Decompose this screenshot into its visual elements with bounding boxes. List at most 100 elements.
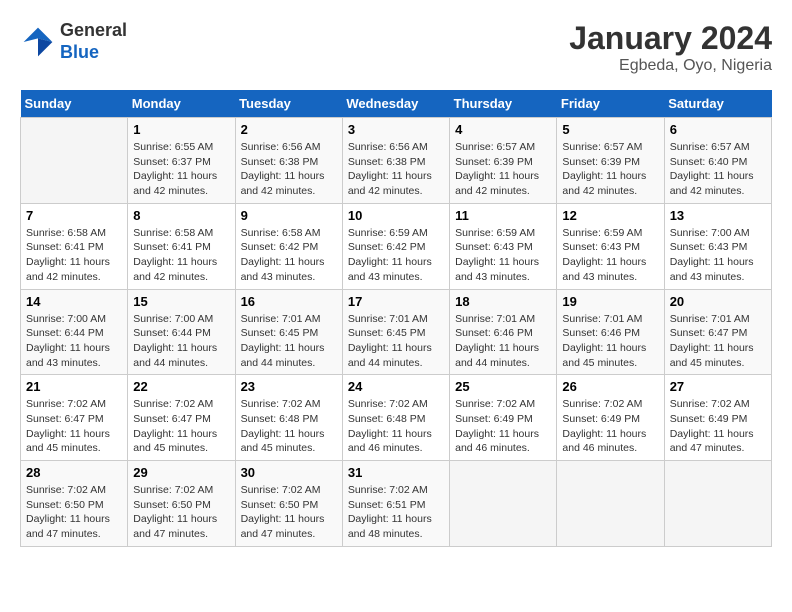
- weekday-header-monday: Monday: [128, 90, 235, 118]
- day-info: Sunrise: 7:01 AM Sunset: 6:45 PM Dayligh…: [241, 312, 337, 371]
- calendar-cell: [450, 461, 557, 547]
- day-number: 29: [133, 465, 229, 480]
- weekday-header-saturday: Saturday: [664, 90, 771, 118]
- day-info: Sunrise: 7:02 AM Sunset: 6:49 PM Dayligh…: [455, 397, 551, 456]
- logo-icon: [20, 24, 56, 60]
- calendar-cell: 18 Sunrise: 7:01 AM Sunset: 6:46 PM Dayli…: [450, 289, 557, 375]
- calendar-cell: 26Sunrise: 7:02 AM Sunset: 6:49 PM Dayli…: [557, 375, 664, 461]
- weekday-header-wednesday: Wednesday: [342, 90, 449, 118]
- day-info: Sunrise: 6:58 AM Sunset: 6:42 PM Dayligh…: [241, 226, 337, 285]
- day-number: 14: [26, 294, 122, 309]
- day-number: 30: [241, 465, 337, 480]
- day-number: 16: [241, 294, 337, 309]
- weekday-header-friday: Friday: [557, 90, 664, 118]
- weekday-header-thursday: Thursday: [450, 90, 557, 118]
- calendar-cell: 24Sunrise: 7:02 AM Sunset: 6:48 PM Dayli…: [342, 375, 449, 461]
- weekday-header-tuesday: Tuesday: [235, 90, 342, 118]
- calendar-table: SundayMondayTuesdayWednesdayThursdayFrid…: [20, 90, 772, 547]
- calendar-cell: [557, 461, 664, 547]
- day-number: 25: [455, 379, 551, 394]
- day-number: 6: [670, 122, 766, 137]
- weekday-header-sunday: Sunday: [21, 90, 128, 118]
- day-info: Sunrise: 7:02 AM Sunset: 6:47 PM Dayligh…: [133, 397, 229, 456]
- calendar-cell: [664, 461, 771, 547]
- calendar-cell: 5 Sunrise: 6:57 AM Sunset: 6:39 PM Daylig…: [557, 118, 664, 204]
- day-number: 15: [133, 294, 229, 309]
- calendar-cell: 4 Sunrise: 6:57 AM Sunset: 6:39 PM Daylig…: [450, 118, 557, 204]
- calendar-subtitle: Egbeda, Oyo, Nigeria: [569, 57, 772, 75]
- day-number: 4: [455, 122, 551, 137]
- day-info: Sunrise: 7:01 AM Sunset: 6:45 PM Dayligh…: [348, 312, 444, 371]
- logo: General Blue: [20, 20, 127, 63]
- calendar-cell: 3 Sunrise: 6:56 AM Sunset: 6:38 PM Daylig…: [342, 118, 449, 204]
- day-info: Sunrise: 7:02 AM Sunset: 6:50 PM Dayligh…: [241, 483, 337, 542]
- calendar-cell: 14 Sunrise: 7:00 AM Sunset: 6:44 PM Dayli…: [21, 289, 128, 375]
- day-info: Sunrise: 7:02 AM Sunset: 6:48 PM Dayligh…: [241, 397, 337, 456]
- calendar-cell: 15 Sunrise: 7:00 AM Sunset: 6:44 PM Dayli…: [128, 289, 235, 375]
- calendar-cell: 16 Sunrise: 7:01 AM Sunset: 6:45 PM Dayli…: [235, 289, 342, 375]
- day-info: Sunrise: 7:01 AM Sunset: 6:46 PM Dayligh…: [455, 312, 551, 371]
- day-number: 21: [26, 379, 122, 394]
- day-number: 11: [455, 208, 551, 223]
- day-info: Sunrise: 6:56 AM Sunset: 6:38 PM Dayligh…: [348, 140, 444, 199]
- calendar-cell: [21, 118, 128, 204]
- day-info: Sunrise: 7:02 AM Sunset: 6:50 PM Dayligh…: [133, 483, 229, 542]
- day-number: 1: [133, 122, 229, 137]
- day-info: Sunrise: 6:58 AM Sunset: 6:41 PM Dayligh…: [26, 226, 122, 285]
- day-number: 13: [670, 208, 766, 223]
- page-header: General Blue January 2024 Egbeda, Oyo, N…: [20, 20, 772, 75]
- day-info: Sunrise: 7:00 AM Sunset: 6:43 PM Dayligh…: [670, 226, 766, 285]
- day-number: 27: [670, 379, 766, 394]
- calendar-cell: 2 Sunrise: 6:56 AM Sunset: 6:38 PM Daylig…: [235, 118, 342, 204]
- day-number: 2: [241, 122, 337, 137]
- calendar-cell: 23 Sunrise: 7:02 AM Sunset: 6:48 PM Dayli…: [235, 375, 342, 461]
- day-number: 5: [562, 122, 658, 137]
- day-info: Sunrise: 7:00 AM Sunset: 6:44 PM Dayligh…: [133, 312, 229, 371]
- day-info: Sunrise: 6:55 AM Sunset: 6:37 PM Dayligh…: [133, 140, 229, 199]
- day-number: 10: [348, 208, 444, 223]
- day-number: 9: [241, 208, 337, 223]
- day-number: 17: [348, 294, 444, 309]
- calendar-cell: 10 Sunrise: 6:59 AM Sunset: 6:42 PM Dayli…: [342, 203, 449, 289]
- day-number: 18: [455, 294, 551, 309]
- day-info: Sunrise: 6:59 AM Sunset: 6:42 PM Dayligh…: [348, 226, 444, 285]
- day-number: 22: [133, 379, 229, 394]
- day-number: 31: [348, 465, 444, 480]
- day-info: Sunrise: 6:59 AM Sunset: 6:43 PM Dayligh…: [562, 226, 658, 285]
- day-number: 26: [562, 379, 658, 394]
- calendar-cell: 27 Sunrise: 7:02 AM Sunset: 6:49 PM Dayli…: [664, 375, 771, 461]
- day-info: Sunrise: 6:57 AM Sunset: 6:39 PM Dayligh…: [562, 140, 658, 199]
- calendar-cell: 20 Sunrise: 7:01 AM Sunset: 6:47 PM Dayli…: [664, 289, 771, 375]
- calendar-cell: 17 Sunrise: 7:01 AM Sunset: 6:45 PM Dayli…: [342, 289, 449, 375]
- day-number: 20: [670, 294, 766, 309]
- day-info: Sunrise: 6:57 AM Sunset: 6:39 PM Dayligh…: [455, 140, 551, 199]
- day-info: Sunrise: 6:57 AM Sunset: 6:40 PM Dayligh…: [670, 140, 766, 199]
- calendar-header-row: SundayMondayTuesdayWednesdayThursdayFrid…: [21, 90, 772, 118]
- day-info: Sunrise: 7:00 AM Sunset: 6:44 PM Dayligh…: [26, 312, 122, 371]
- day-number: 3: [348, 122, 444, 137]
- logo-general-text: General: [60, 20, 127, 40]
- day-info: Sunrise: 6:56 AM Sunset: 6:38 PM Dayligh…: [241, 140, 337, 199]
- day-info: Sunrise: 7:02 AM Sunset: 6:49 PM Dayligh…: [670, 397, 766, 456]
- day-number: 23: [241, 379, 337, 394]
- calendar-cell: 25 Sunrise: 7:02 AM Sunset: 6:49 PM Dayli…: [450, 375, 557, 461]
- day-info: Sunrise: 7:01 AM Sunset: 6:47 PM Dayligh…: [670, 312, 766, 371]
- calendar-week-row: 28 Sunrise: 7:02 AM Sunset: 6:50 PM Dayli…: [21, 461, 772, 547]
- calendar-cell: 29 Sunrise: 7:02 AM Sunset: 6:50 PM Dayli…: [128, 461, 235, 547]
- calendar-week-row: 14 Sunrise: 7:00 AM Sunset: 6:44 PM Dayli…: [21, 289, 772, 375]
- logo-blue-text: Blue: [60, 42, 99, 62]
- day-number: 19: [562, 294, 658, 309]
- calendar-cell: 19 Sunrise: 7:01 AM Sunset: 6:46 PM Dayli…: [557, 289, 664, 375]
- calendar-cell: 12 Sunrise: 6:59 AM Sunset: 6:43 PM Dayli…: [557, 203, 664, 289]
- day-number: 24: [348, 379, 444, 394]
- calendar-cell: 7Sunrise: 6:58 AM Sunset: 6:41 PM Daylig…: [21, 203, 128, 289]
- calendar-cell: 9 Sunrise: 6:58 AM Sunset: 6:42 PM Daylig…: [235, 203, 342, 289]
- title-block: January 2024 Egbeda, Oyo, Nigeria: [569, 20, 772, 75]
- day-info: Sunrise: 7:01 AM Sunset: 6:46 PM Dayligh…: [562, 312, 658, 371]
- day-number: 8: [133, 208, 229, 223]
- day-info: Sunrise: 6:59 AM Sunset: 6:43 PM Dayligh…: [455, 226, 551, 285]
- day-info: Sunrise: 7:02 AM Sunset: 6:51 PM Dayligh…: [348, 483, 444, 542]
- calendar-cell: 8Sunrise: 6:58 AM Sunset: 6:41 PM Daylig…: [128, 203, 235, 289]
- day-number: 28: [26, 465, 122, 480]
- day-number: 12: [562, 208, 658, 223]
